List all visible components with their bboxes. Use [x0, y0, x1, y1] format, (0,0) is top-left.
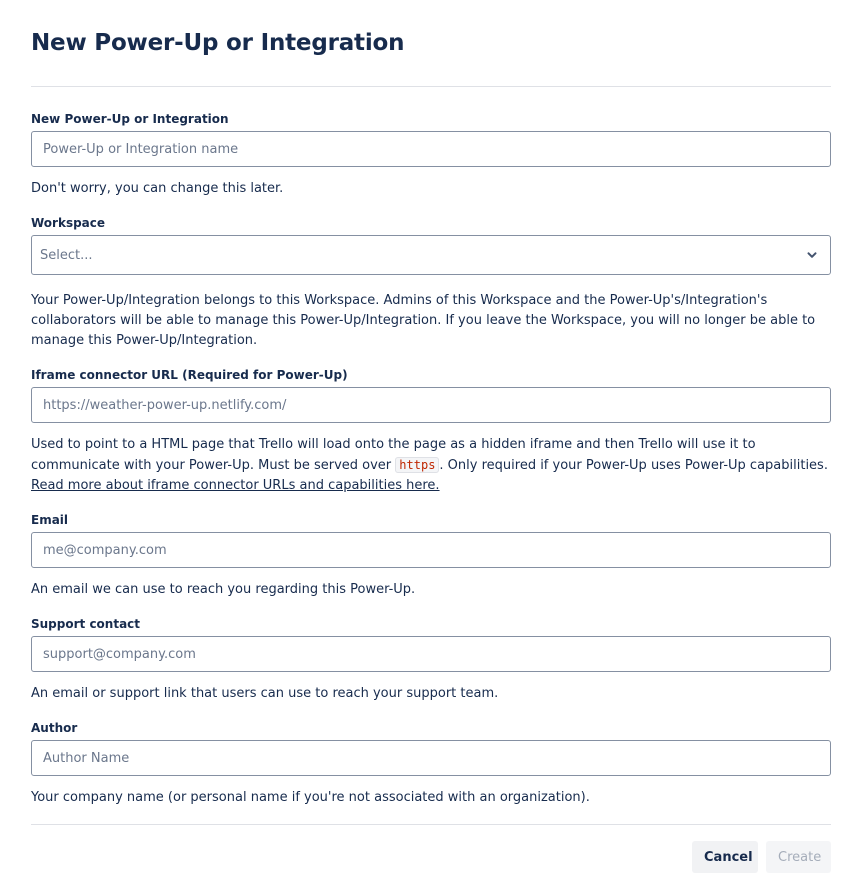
iframe-url-help-text: Used to point to a HTML page that Trello…	[31, 435, 831, 496]
https-code: https	[395, 457, 440, 473]
iframe-help-text-end: . Only required if your Power-Up uses Po…	[439, 458, 828, 473]
name-label: New Power-Up or Integration	[31, 112, 229, 126]
workspace-select[interactable]: Select...	[31, 235, 831, 275]
cancel-button[interactable]: Cancel	[692, 841, 758, 873]
author-label: Author	[31, 721, 78, 735]
name-help-text: Don't worry, you can change this later.	[31, 181, 284, 196]
chevron-down-icon	[804, 247, 820, 263]
support-contact-label: Support contact	[31, 617, 141, 631]
create-button[interactable]: Create	[766, 841, 831, 873]
page-title: New Power-Up or Integration	[31, 30, 405, 56]
workspace-help-text: Your Power-Up/Integration belongs to thi…	[31, 293, 816, 348]
iframe-url-label: Iframe connector URL (Required for Power…	[31, 368, 348, 382]
header-divider	[31, 86, 831, 87]
workspace-label: Workspace	[31, 216, 106, 230]
iframe-url-input[interactable]	[31, 387, 831, 423]
email-field[interactable]	[31, 532, 831, 568]
author-input[interactable]	[31, 740, 831, 776]
iframe-docs-link[interactable]: Read more about iframe connector URLs an…	[31, 478, 440, 493]
email-help-text: An email we can use to reach you regardi…	[31, 582, 416, 597]
author-help-text: Your company name (or personal name if y…	[31, 790, 590, 805]
workspace-select-value: Select...	[40, 247, 93, 263]
support-contact-input[interactable]	[31, 636, 831, 672]
support-contact-help-text: An email or support link that users can …	[31, 686, 499, 701]
new-power-up-dialog: New Power-Up or Integration New Power-Up…	[0, 0, 862, 893]
email-label: Email	[31, 513, 69, 527]
footer-divider	[31, 824, 831, 825]
name-input[interactable]	[31, 131, 831, 167]
